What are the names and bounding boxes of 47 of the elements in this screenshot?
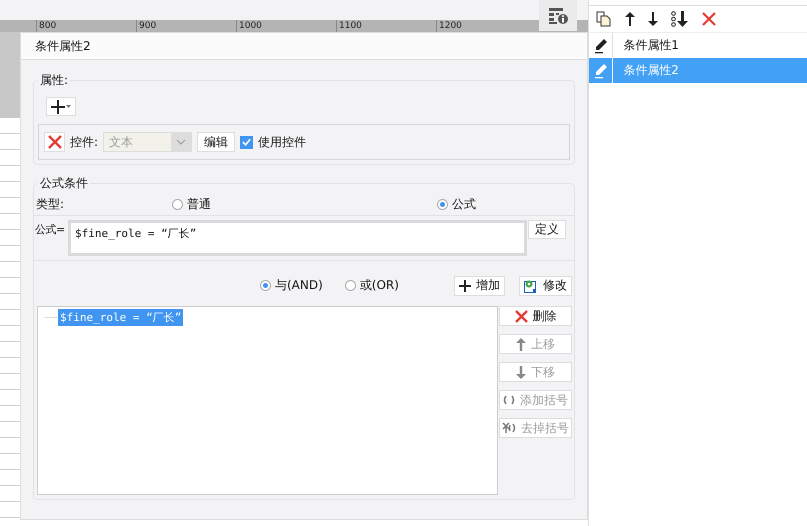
formula-label: 公式= [35, 222, 66, 238]
copy-icon[interactable] [596, 11, 612, 27]
arrow-up-icon[interactable] [625, 12, 636, 26]
logic-radio[interactable] [344, 280, 356, 292]
control-label: 控件: [70, 134, 98, 150]
use-control-label: 使用控件 [258, 134, 306, 150]
table-info-icon[interactable] [548, 6, 568, 24]
plus-icon [51, 100, 65, 114]
radio-label: 或(OR) [360, 277, 399, 294]
brackets-icon [503, 395, 515, 405]
pencil-icon [592, 62, 609, 78]
plus-icon [459, 280, 471, 292]
ruler-label: 1100 [339, 21, 362, 31]
ruler-label: 800 [39, 21, 56, 31]
dialog-title: 条件属性2 [35, 38, 91, 54]
radio-label: 普通 [187, 196, 211, 214]
type-label: 类型: [36, 196, 66, 214]
modify-button[interactable]: 修改 [519, 276, 572, 296]
arrow-down-icon [516, 366, 526, 378]
type-radio[interactable] [172, 199, 183, 210]
edit-button[interactable]: 编辑 [197, 132, 236, 152]
radio-label: 与(AND) [275, 277, 323, 294]
type-radio[interactable] [437, 199, 448, 210]
close-icon [514, 310, 528, 322]
move-to-bottom-icon[interactable] [671, 11, 690, 27]
delete-button[interactable]: 删除 [499, 306, 572, 326]
caret-icon [66, 105, 71, 108]
ruler-label: 1200 [439, 21, 462, 31]
use-control-checkbox[interactable] [240, 136, 254, 148]
ruler-label: 1000 [239, 21, 262, 31]
arrow-up-icon [516, 338, 526, 350]
define-button[interactable]: 定义 [528, 220, 566, 240]
formula-field[interactable]: $fine_role = “厂长” [68, 220, 527, 256]
close-icon [48, 135, 62, 149]
logic-radio[interactable] [260, 280, 271, 292]
remove-button[interactable] [44, 132, 65, 152]
group-legend: 属性: [38, 72, 70, 89]
arrow-down-icon[interactable] [648, 12, 658, 26]
group-legend: 公式条件 [38, 175, 90, 192]
close-icon[interactable] [702, 12, 716, 26]
add-dropdown-button[interactable] [46, 97, 76, 116]
ruler-label: 900 [139, 21, 156, 31]
radio-label: 公式 [452, 196, 476, 214]
pencil-icon [592, 38, 609, 54]
chevron-down-icon [176, 139, 186, 145]
remove-brackets-icon [502, 422, 516, 434]
add-button[interactable]: 增加 [454, 276, 505, 296]
